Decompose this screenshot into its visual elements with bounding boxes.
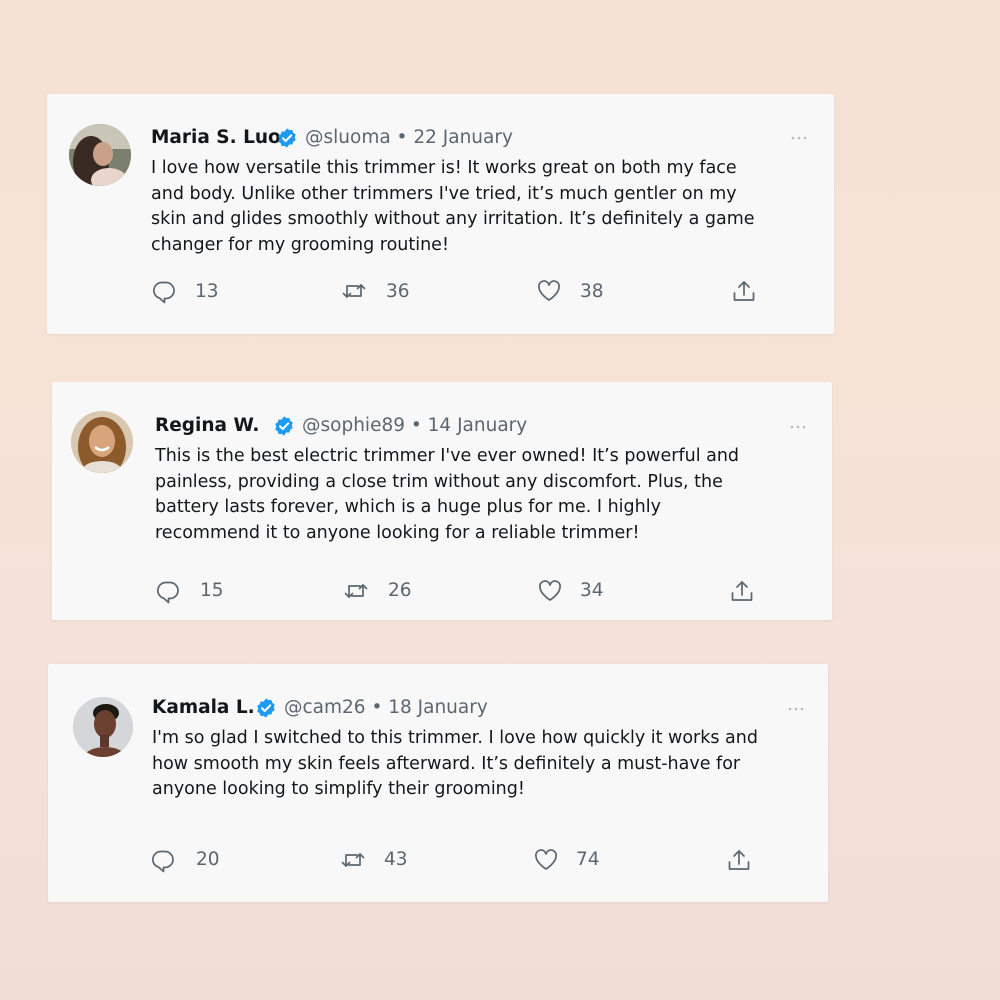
tweet-text-line: how smooth my skin feels afterward. It’s… [152,753,741,774]
retweet-count: 26 [388,580,412,601]
verified-badge-icon [276,127,298,149]
like-count: 74 [576,849,600,870]
like-count: 38 [580,281,604,302]
reply-count: 20 [196,849,220,870]
retweet-icon[interactable] [341,278,367,304]
avatar[interactable] [71,411,133,473]
tweet-text: This is the best electric trimmer I've e… [155,444,785,546]
author-name[interactable]: Maria S. Luo [151,127,281,148]
share-icon[interactable] [731,278,757,304]
more-options-icon[interactable] [789,134,809,142]
more-options-icon[interactable] [788,423,808,431]
tweet-text-line: recommend it to anyone looking for a rel… [155,522,640,543]
heart-icon[interactable] [537,578,563,604]
tweet-text-line: battery lasts forever, which is a huge p… [155,497,661,517]
handle-date: @sophie89 • 14 January [302,415,528,436]
reply-count: 15 [200,580,224,601]
share-icon[interactable] [726,847,752,873]
more-options-icon[interactable] [786,705,806,713]
tweet-text-line: painless, providing a close trim without… [155,471,723,492]
reply-icon[interactable] [155,578,181,604]
tweet-card: Maria S. Luo @sluoma • 22 January I love… [47,94,834,334]
reply-icon[interactable] [150,847,176,873]
reply-count: 13 [195,281,219,302]
retweet-count: 43 [384,849,408,870]
tweet-card: Regina W. @sophie89 • 14 January This is… [52,382,832,620]
tweet-text-line: and body. Unlike other trimmers I've tri… [151,183,737,204]
like-count: 34 [580,580,604,601]
handle-date: @cam26 • 18 January [284,697,488,718]
tweet-text-line: skin and glides smoothly without any irr… [151,209,755,229]
author-name[interactable]: Regina W. [155,415,259,436]
verified-badge-icon [255,697,277,719]
avatar[interactable] [69,124,131,186]
verified-badge-icon [273,415,295,437]
tweet-text-line: I love how versatile this trimmer is! It… [151,158,737,178]
tweet-text: I love how versatile this trimmer is! It… [151,156,781,258]
heart-icon[interactable] [533,847,559,873]
tweet-text-line: changer for my grooming routine! [151,234,449,255]
tweet-text-line: This is the best electric trimmer I've e… [155,446,740,466]
avatar[interactable] [73,697,133,757]
tweet-text-line: I'm so glad I switched to this trimmer. … [152,728,758,748]
reply-icon[interactable] [151,278,177,304]
tweet-text-line: anyone looking to simplify their groomin… [152,779,525,799]
heart-icon[interactable] [536,278,562,304]
retweet-icon[interactable] [343,578,369,604]
tweet-text: I'm so glad I switched to this trimmer. … [152,726,782,803]
retweet-count: 36 [386,281,410,302]
tweet-card: Kamala L. @cam26 • 18 January I'm so gla… [48,664,828,902]
retweet-icon[interactable] [340,847,366,873]
handle-date: @sluoma • 22 January [305,127,513,148]
share-icon[interactable] [729,578,755,604]
author-name[interactable]: Kamala L. [152,697,255,718]
